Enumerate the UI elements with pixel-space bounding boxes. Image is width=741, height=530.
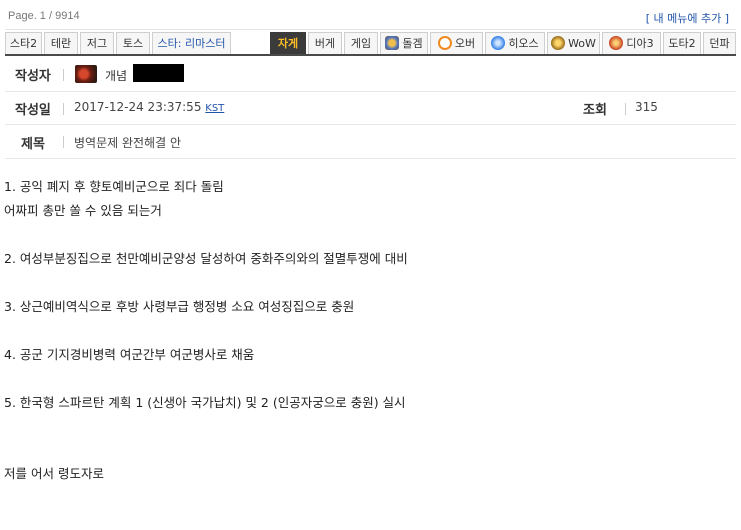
author-label: 작성자 xyxy=(15,69,51,84)
wow-icon xyxy=(551,36,566,50)
body-line: 어짜피 총만 쏠 수 있음 되는거 xyxy=(4,203,162,218)
author-row: 작성자 개념 xyxy=(5,58,736,92)
board-tabs: 스타2 테란 저그 토스 스타: 리마스터 자게 버게 게임 돌겜 오버 히오스… xyxy=(5,32,736,56)
post-title: 병역문제 완전해결 안 xyxy=(74,136,181,150)
author-name[interactable]: 개념 xyxy=(105,67,127,84)
tab-overwatch[interactable]: 오버 xyxy=(430,32,483,54)
tab-sc-remastered[interactable]: 스타: 리마스터 xyxy=(152,32,231,54)
tab-terran[interactable]: 테란 xyxy=(44,32,78,54)
title-label: 제목 xyxy=(21,137,45,152)
timezone-link[interactable]: KST xyxy=(205,103,224,114)
diablo-icon xyxy=(609,36,624,50)
tab-wow[interactable]: WoW xyxy=(547,32,600,54)
post-date: 2017-12-24 23:37:55 KST xyxy=(74,100,225,114)
tab-sc2[interactable]: 스타2 xyxy=(5,32,42,54)
body-line: 5. 한국형 스파르탄 계획 1 (신생아 국가납치) 및 2 (인공자궁으로 … xyxy=(4,395,406,410)
tab-diablo3[interactable]: 디아3 xyxy=(602,32,661,54)
tab-bug-board[interactable]: 버게 xyxy=(308,32,342,54)
body-line: 2. 여성부분징집으로 천만예비군양성 달성하여 중화주의와의 절멸투쟁에 대비 xyxy=(4,251,408,266)
tab-heroes[interactable]: 히오스 xyxy=(485,32,545,54)
title-row: 제목 병역문제 완전해결 안 xyxy=(5,125,736,159)
separator xyxy=(63,136,64,148)
body-line: 3. 상근예비역식으로 후방 사령부급 행정병 소요 여성징집으로 충원 xyxy=(4,299,355,314)
body-line: 저를 어서 령도자로 xyxy=(4,466,104,481)
date-label: 작성일 xyxy=(15,103,51,118)
separator xyxy=(63,69,64,81)
views-label: 조회 xyxy=(583,103,607,118)
top-bar: Page. 1 / 9914 [ 내 메뉴에 추가 ] xyxy=(0,0,741,32)
avatar[interactable] xyxy=(75,65,97,83)
tab-dota2[interactable]: 도타2 xyxy=(663,32,701,54)
tab-game[interactable]: 게임 xyxy=(344,32,378,54)
tab-hearthstone[interactable]: 돌겜 xyxy=(380,32,428,54)
heroes-icon xyxy=(491,36,506,50)
tab-zerg[interactable]: 저그 xyxy=(80,32,114,54)
separator xyxy=(625,103,626,115)
body-line: 1. 공익 폐지 후 향토예비군으로 죄다 돌림 xyxy=(4,179,224,194)
hearthstone-icon xyxy=(385,36,400,50)
page-info: Page. 1 / 9914 xyxy=(8,10,80,22)
separator xyxy=(63,103,64,115)
tab-protoss[interactable]: 토스 xyxy=(116,32,150,54)
views-count: 315 xyxy=(635,100,658,114)
divider xyxy=(5,29,736,30)
overwatch-icon xyxy=(437,36,452,50)
redacted-block xyxy=(133,64,184,82)
body-line: 4. 공군 기지경비병력 여군간부 여군병사로 채움 xyxy=(4,347,255,362)
add-to-my-menu-link[interactable]: [ 내 메뉴에 추가 ] xyxy=(646,10,729,26)
date-row: 작성일 2017-12-24 23:37:55 KST 조회 315 xyxy=(5,92,736,125)
tab-free-board[interactable]: 자게 xyxy=(270,32,306,54)
tab-dnf[interactable]: 던파 xyxy=(703,32,736,54)
